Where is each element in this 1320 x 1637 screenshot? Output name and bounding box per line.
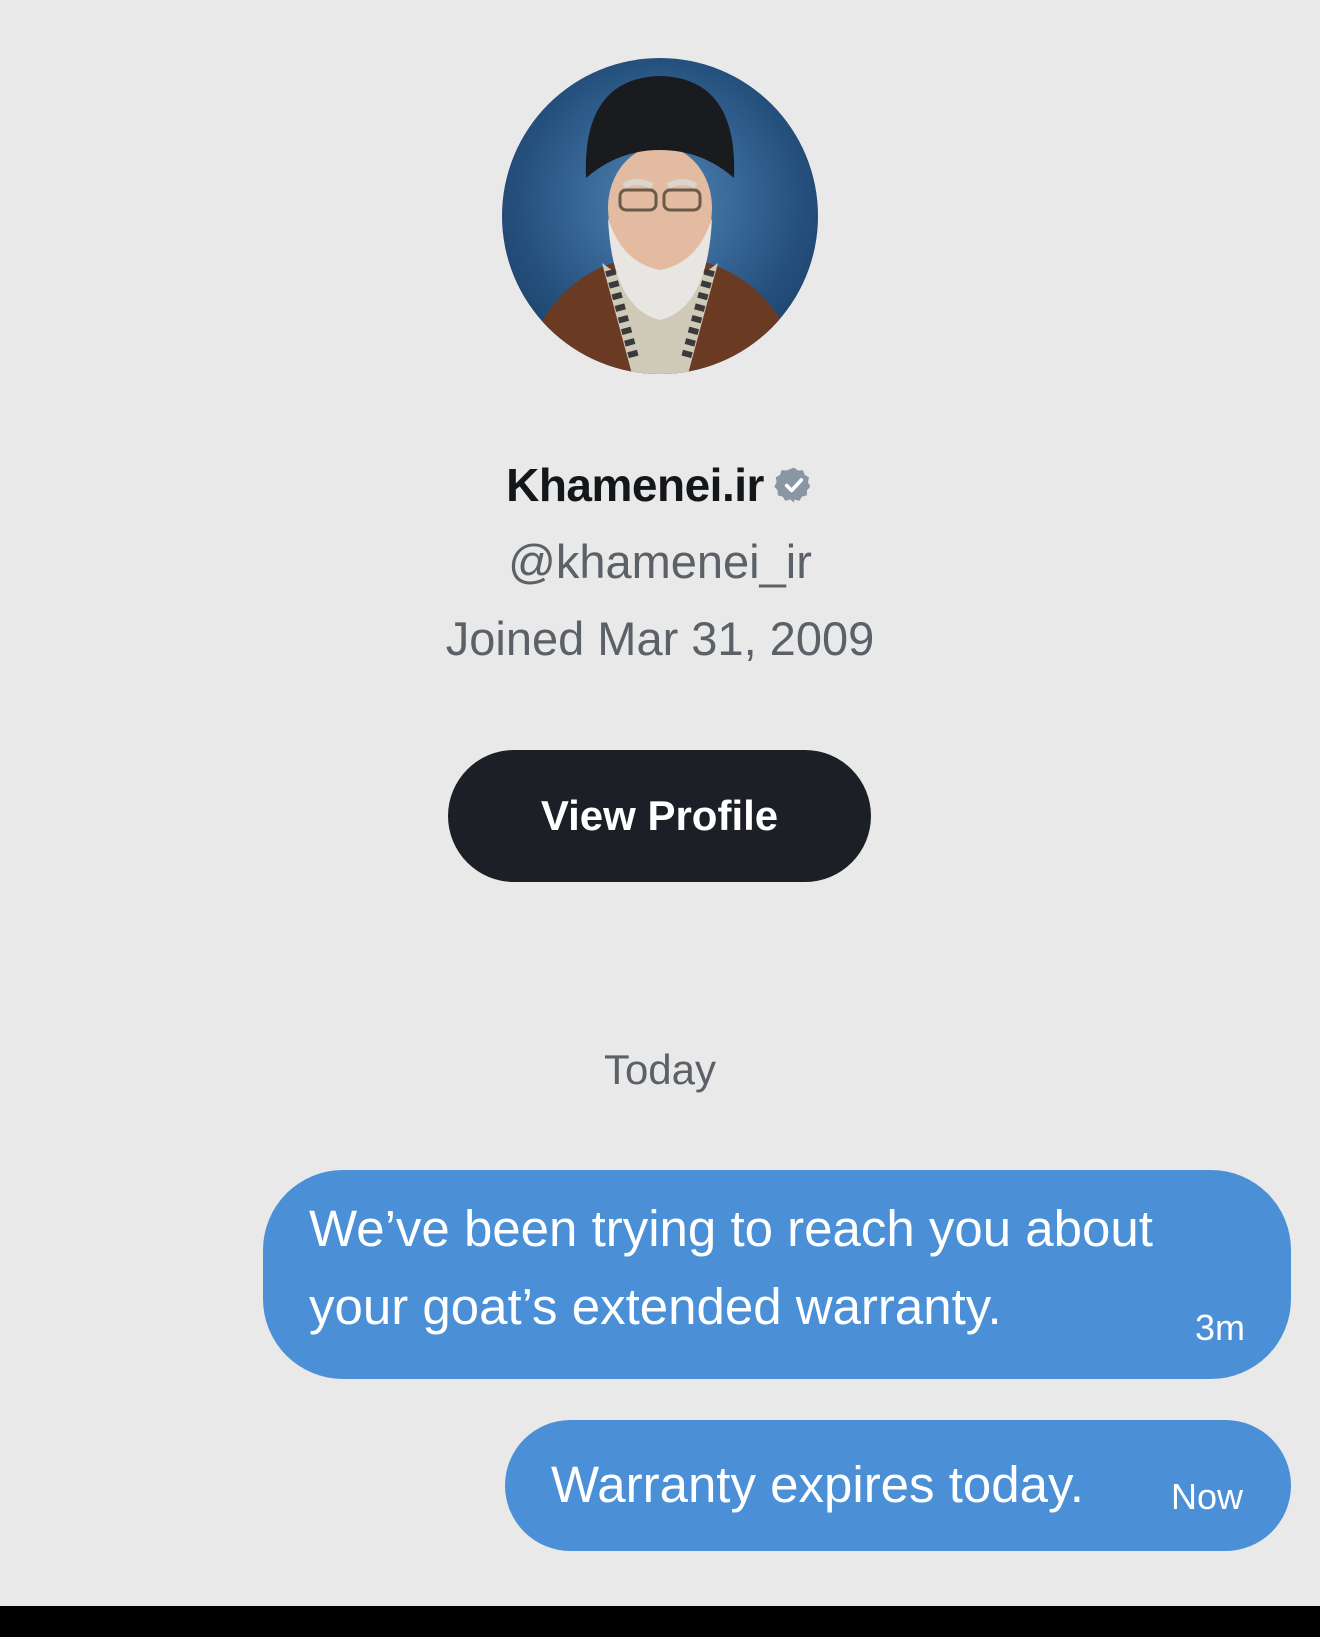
verified-badge-icon (774, 467, 811, 503)
message-bubble[interactable]: Warranty expires today. Now (505, 1420, 1291, 1551)
message-text: Warranty expires today. (551, 1456, 1084, 1513)
message-bubble[interactable]: We’ve been trying to reach you about you… (263, 1170, 1291, 1379)
view-profile-button[interactable]: View Profile (448, 750, 871, 882)
date-separator: Today (603, 1046, 717, 1093)
message-timestamp: 3m (1194, 1307, 1245, 1348)
message-text: We’ve been trying to reach you about you… (309, 1200, 1153, 1335)
profile-name-row: Khamenei.ir (0, 458, 1320, 512)
profile-handle: @khamenei_ir (508, 535, 812, 588)
display-name: Khamenei.ir (506, 459, 764, 511)
bottom-edge-bar (0, 1606, 1320, 1637)
avatar-portrait-image (522, 76, 802, 374)
profile-avatar[interactable] (502, 58, 818, 374)
joined-date: Joined Mar 31, 2009 (445, 612, 875, 665)
message-timestamp: Now (1170, 1476, 1243, 1517)
